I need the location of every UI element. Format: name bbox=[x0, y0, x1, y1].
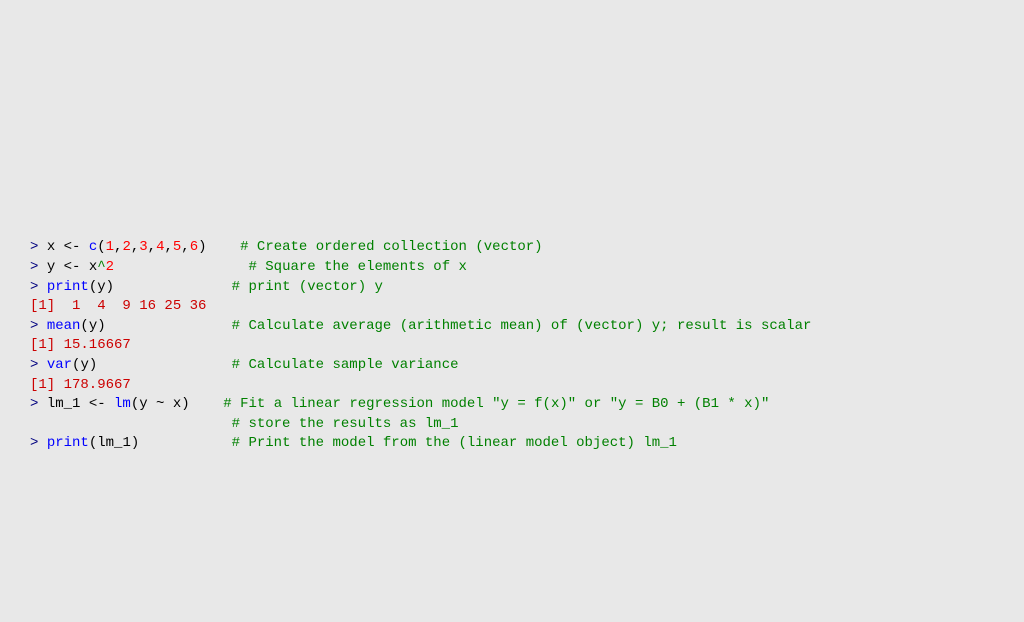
comment: # Calculate sample variance bbox=[232, 357, 459, 373]
code-line-5: > mean(y) # Calculate average (arithmeti… bbox=[30, 317, 1024, 337]
comment: # Create ordered collection (vector) bbox=[240, 239, 542, 255]
comment: # Print the model from the (linear model… bbox=[232, 435, 677, 451]
spacing bbox=[97, 357, 231, 373]
function-var: var bbox=[47, 357, 72, 373]
code-line-10: # store the results as lm_1 bbox=[30, 415, 1024, 435]
spacing bbox=[106, 318, 232, 334]
variable-x: x bbox=[89, 259, 97, 275]
prompt: > bbox=[30, 318, 47, 334]
spacing bbox=[139, 435, 231, 451]
comma: , bbox=[181, 239, 189, 255]
output-text: [1] 1 4 9 16 25 36 bbox=[30, 298, 206, 314]
tilde-operator: ~ bbox=[148, 396, 173, 412]
prompt: > bbox=[30, 435, 47, 451]
spacing bbox=[207, 239, 241, 255]
comma: , bbox=[148, 239, 156, 255]
paren-close: ) bbox=[131, 435, 139, 451]
code-line-2: > y <- x^2 # Square the elements of x bbox=[30, 258, 1024, 278]
function-print: print bbox=[47, 279, 89, 295]
number-3: 3 bbox=[139, 239, 147, 255]
output-text: [1] 15.16667 bbox=[30, 337, 131, 353]
code-line-7: > var(y) # Calculate sample variance bbox=[30, 356, 1024, 376]
paren-open: ( bbox=[97, 239, 105, 255]
number-2: 2 bbox=[122, 239, 130, 255]
spacing bbox=[190, 396, 224, 412]
variable-x: x bbox=[47, 239, 55, 255]
comment: # Square the elements of x bbox=[248, 259, 466, 275]
assign-operator: <- bbox=[80, 396, 114, 412]
function-c: c bbox=[89, 239, 97, 255]
prompt: > bbox=[30, 396, 47, 412]
argument-y: y bbox=[97, 279, 105, 295]
spacing bbox=[114, 279, 232, 295]
code-line-9: > lm_1 <- lm(y ~ x) # Fit a linear regre… bbox=[30, 395, 1024, 415]
function-print: print bbox=[47, 435, 89, 451]
paren-close: ) bbox=[181, 396, 189, 412]
number-2: 2 bbox=[106, 259, 114, 275]
comment: # store the results as lm_1 bbox=[232, 416, 459, 432]
output-line-3: [1] 178.9667 bbox=[30, 376, 1024, 396]
paren-open: ( bbox=[89, 279, 97, 295]
comment: # print (vector) y bbox=[232, 279, 383, 295]
code-line-11: > print(lm_1) # Print the model from the… bbox=[30, 434, 1024, 454]
caret-operator: ^ bbox=[97, 259, 105, 275]
paren-close: ) bbox=[198, 239, 206, 255]
r-console: > x <- c(1,2,3,4,5,6) # Create ordered c… bbox=[30, 238, 1024, 454]
variable-lm1: lm_1 bbox=[47, 396, 81, 412]
output-line-1: [1] 1 4 9 16 25 36 bbox=[30, 297, 1024, 317]
output-text: [1] 178.9667 bbox=[30, 377, 131, 393]
paren-open: ( bbox=[80, 318, 88, 334]
spacing bbox=[30, 416, 232, 432]
comma: , bbox=[164, 239, 172, 255]
prompt: > bbox=[30, 239, 47, 255]
number-6: 6 bbox=[190, 239, 198, 255]
paren-close: ) bbox=[106, 279, 114, 295]
argument-y: y bbox=[139, 396, 147, 412]
comment: # Calculate average (arithmetic mean) of… bbox=[232, 318, 812, 334]
output-line-2: [1] 15.16667 bbox=[30, 336, 1024, 356]
prompt: > bbox=[30, 259, 47, 275]
paren-close: ) bbox=[89, 357, 97, 373]
assign-operator: <- bbox=[55, 259, 89, 275]
prompt: > bbox=[30, 279, 47, 295]
code-line-1: > x <- c(1,2,3,4,5,6) # Create ordered c… bbox=[30, 238, 1024, 258]
function-lm: lm bbox=[114, 396, 131, 412]
argument-y: y bbox=[80, 357, 88, 373]
paren-close: ) bbox=[97, 318, 105, 334]
comment: # Fit a linear regression model "y = f(x… bbox=[223, 396, 769, 412]
argument-y: y bbox=[89, 318, 97, 334]
prompt: > bbox=[30, 357, 47, 373]
spacing bbox=[114, 259, 248, 275]
comma: , bbox=[131, 239, 139, 255]
argument-lm1: lm_1 bbox=[97, 435, 131, 451]
variable-y: y bbox=[47, 259, 55, 275]
number-1: 1 bbox=[106, 239, 114, 255]
function-mean: mean bbox=[47, 318, 81, 334]
assign-operator: <- bbox=[55, 239, 89, 255]
code-line-3: > print(y) # print (vector) y bbox=[30, 278, 1024, 298]
paren-open: ( bbox=[131, 396, 139, 412]
paren-open: ( bbox=[89, 435, 97, 451]
